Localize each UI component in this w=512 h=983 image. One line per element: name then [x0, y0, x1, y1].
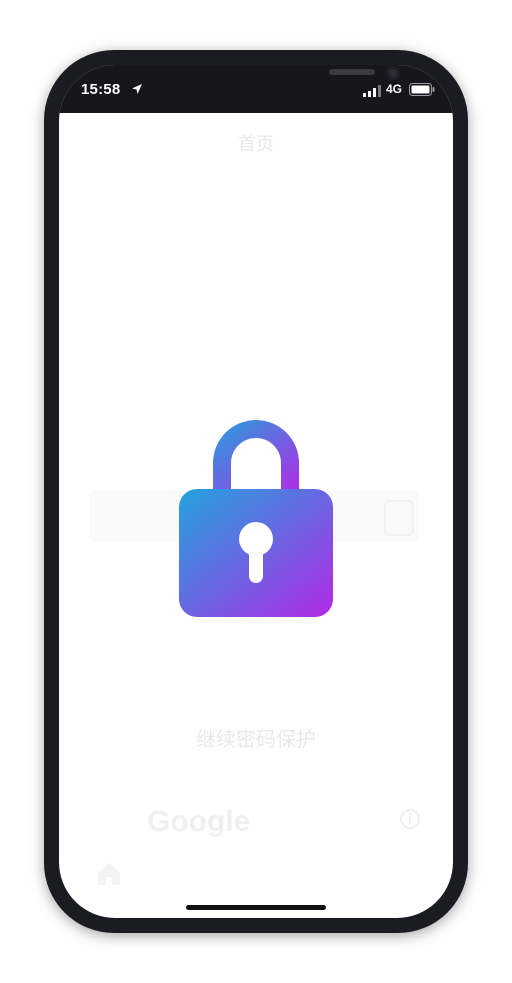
status-time: 15:58	[81, 81, 121, 98]
info-icon	[400, 809, 420, 829]
phone-frame: 首页 继续密码保护 Google 15:58 4G	[44, 50, 468, 933]
lock-icon	[179, 420, 333, 617]
notch	[153, 65, 400, 99]
speaker-grille	[329, 69, 375, 75]
home-icon	[98, 863, 120, 885]
network-type: 4G	[386, 82, 403, 96]
google-logo: Google	[147, 805, 251, 838]
cellular-signal-icon	[363, 85, 381, 97]
location-arrow-icon	[132, 84, 142, 94]
phone-screen: 首页 继续密码保护 Google 15:58 4G	[59, 65, 453, 918]
page-title: 首页	[238, 134, 274, 155]
front-camera	[386, 66, 400, 80]
home-indicator[interactable]	[186, 905, 326, 910]
status-bar: 15:58 4G	[59, 65, 453, 113]
battery-icon	[409, 83, 435, 96]
protection-caption: 继续密码保护	[196, 727, 316, 751]
copy-icon	[384, 500, 414, 536]
